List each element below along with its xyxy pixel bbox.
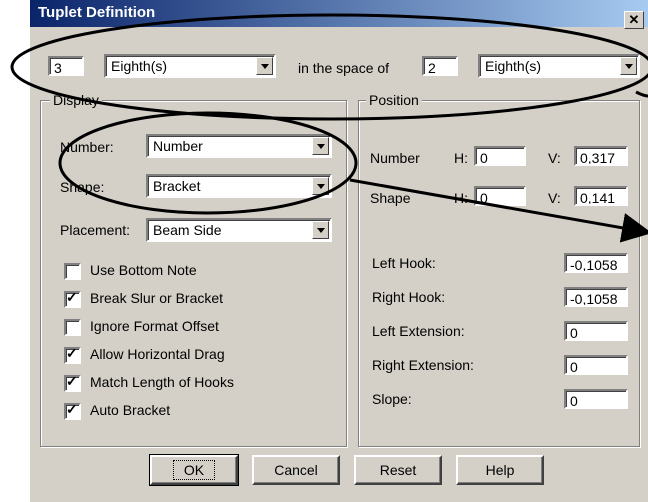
arrow-icon — [349, 178, 648, 243]
arrow-icon — [635, 90, 648, 98]
annotation-overlay — [10, 13, 648, 243]
top-row-highlight-ellipse — [10, 13, 648, 121]
display-highlight-ellipse — [58, 111, 358, 215]
